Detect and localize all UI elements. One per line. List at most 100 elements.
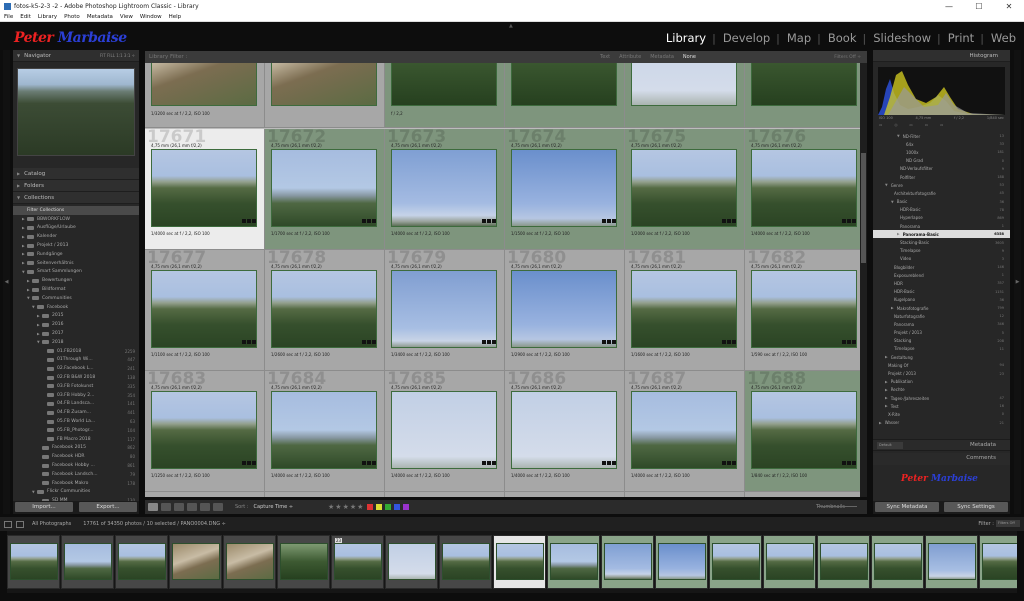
badge-icon[interactable] [727, 340, 731, 344]
badge-icon[interactable] [612, 340, 616, 344]
screen-1-icon[interactable] [4, 520, 12, 528]
badge-icon[interactable] [247, 461, 251, 465]
photo-thumbnail[interactable] [751, 63, 857, 106]
collection-item[interactable]: ▼ Communities [13, 294, 139, 303]
menu-view[interactable]: View [120, 14, 133, 20]
badge-icon[interactable] [847, 461, 851, 465]
collection-item[interactable]: ▶ 2015 [13, 312, 139, 321]
keyword-item[interactable]: ▼ Genre 53 [873, 181, 1010, 189]
badge-icon[interactable] [362, 219, 366, 223]
menu-file[interactable]: File [4, 14, 13, 20]
filmstrip-thumb[interactable] [871, 535, 924, 589]
badge-icon[interactable] [852, 340, 856, 344]
photo-cell[interactable]: 1/3200 sec at f / 2,2, ISO 100 [145, 63, 265, 128]
color-label-swatch[interactable] [403, 504, 410, 510]
close-button[interactable]: ✕ [994, 0, 1024, 13]
keyword-item[interactable]: Panorama 1 [873, 222, 1010, 230]
spot-removal-icon[interactable]: ◎ [894, 123, 897, 129]
keyword-item[interactable]: Architekturfotografie 45 [873, 189, 1010, 197]
collection-item[interactable]: 04.FB Landsca... 141 [13, 400, 139, 409]
photo-cell[interactable]: 17673 4,75 mm (26,1 mm f/2,2) 1/4000 sec a… [385, 129, 505, 250]
metadata-preset-dropdown[interactable]: Default [877, 442, 903, 449]
collection-item[interactable]: Facebook Hobby ... 861 [13, 461, 139, 470]
filmstrip-thumb[interactable] [7, 535, 60, 589]
disclosure-triangle-icon[interactable]: ▶ [885, 355, 888, 359]
photo-cell[interactable] [745, 63, 865, 128]
badge-icon[interactable] [372, 461, 376, 465]
badge-icon[interactable] [842, 340, 846, 344]
keyword-item[interactable]: Blogbilder 146 [873, 263, 1010, 271]
filmstrip-thumb[interactable] [817, 535, 870, 589]
badge-icon[interactable] [732, 219, 736, 223]
filter-attribute[interactable]: Attribute [619, 54, 641, 60]
badge-icon[interactable] [722, 219, 726, 223]
collection-item[interactable]: Facebook 2015 862 [13, 444, 139, 453]
collection-item[interactable]: ▼ 2018 [13, 338, 139, 347]
navigator-header[interactable]: ▼ Navigator FIT FILL 1:1 3:1 ÷ [13, 50, 139, 62]
maximize-button[interactable]: ☐ [964, 0, 994, 13]
disclosure-triangle-icon[interactable]: ▶ [897, 232, 900, 236]
filmstrip-thumb[interactable] [925, 535, 978, 589]
filmstrip-thumb[interactable] [601, 535, 654, 589]
keyword-item[interactable]: ▶ Panorama-Basic 6358 [873, 230, 1010, 239]
badge-icon[interactable] [732, 461, 736, 465]
disclosure-triangle-icon[interactable]: ▼ [891, 200, 894, 204]
disclosure-triangle-icon[interactable]: ▶ [885, 404, 888, 408]
filter-preset-dropdown[interactable]: Filters Off ÷ [834, 55, 861, 60]
module-library[interactable]: Library [666, 31, 706, 45]
right-panel-toggle-icon[interactable]: ▶ [1014, 50, 1021, 514]
red-eye-icon[interactable]: ▭ [909, 123, 912, 129]
badge-icon[interactable] [727, 461, 731, 465]
badge-icon[interactable] [247, 340, 251, 344]
comments-header[interactable]: Comments [873, 453, 1010, 465]
module-book[interactable]: Book [828, 31, 857, 45]
keyword-item[interactable]: 1000x 181 [873, 148, 1010, 156]
keyword-item[interactable]: Stacking-Basic 3605 [873, 238, 1010, 246]
photo-thumbnail[interactable] [271, 270, 377, 348]
badge-icon[interactable] [367, 461, 371, 465]
keyword-item[interactable]: ▶ Gestaltung [873, 353, 1010, 361]
color-label-swatch[interactable] [385, 504, 392, 510]
badge-icon[interactable] [607, 461, 611, 465]
badge-icon[interactable] [487, 461, 491, 465]
keyword-item[interactable]: ND-Verlaufsfilter 9 [873, 165, 1010, 173]
badge-icon[interactable] [367, 340, 371, 344]
photo-thumbnail[interactable] [271, 391, 377, 469]
keyword-item[interactable]: 64x 33 [873, 140, 1010, 148]
collection-item[interactable]: ▶ Bewertungen [13, 276, 139, 285]
filmstrip-thumb[interactable] [169, 535, 222, 589]
photo-thumbnail[interactable] [631, 63, 737, 106]
crop-tool-icon[interactable]: ▭ [879, 123, 882, 129]
photo-cell[interactable] [145, 492, 265, 497]
photo-cell[interactable] [505, 63, 625, 128]
photo-thumbnail[interactable] [151, 149, 257, 227]
keyword-item[interactable]: ▼ Basic 36 [873, 198, 1010, 206]
disclosure-triangle-icon[interactable]: ▶ [885, 388, 888, 392]
badge-icon[interactable] [242, 461, 246, 465]
photo-cell[interactable]: 17674 4,75 mm (26,1 mm f/2,2) 1/1500 sec a… [505, 129, 625, 250]
keyword-item[interactable]: Stacking 208 [873, 337, 1010, 345]
keyword-item[interactable]: Video 3 [873, 255, 1010, 263]
sync-metadata-button[interactable]: Sync Metadata [875, 502, 939, 512]
photo-cell[interactable]: 17672 4,75 mm (26,1 mm f/2,2) 1/1700 sec a… [265, 129, 385, 250]
collection-item[interactable]: 01.FB2018 2259 [13, 347, 139, 356]
radial-filter-icon[interactable]: ▭ [940, 123, 943, 129]
collection-item[interactable]: ▼ Facebook [13, 303, 139, 312]
collection-item[interactable]: ▶ Bildformat [13, 285, 139, 294]
badge-icon[interactable] [492, 219, 496, 223]
keyword-item[interactable]: Polfilter 188 [873, 173, 1010, 181]
photo-thumbnail[interactable] [511, 149, 617, 227]
photo-cell[interactable]: 17685 4,75 mm (26,1 mm f/2,2) 1/4000 sec a… [385, 371, 505, 492]
badge-icon[interactable] [482, 461, 486, 465]
photo-cell[interactable]: 17679 4,75 mm (26,1 mm f/2,2) 1/3400 sec a… [385, 250, 505, 371]
filmstrip-thumb[interactable] [493, 535, 546, 589]
filmstrip-thumb[interactable] [385, 535, 438, 589]
keyword-item[interactable]: ▶ Tages-/Jahreszeiten 47 [873, 394, 1010, 402]
collection-item[interactable]: Filter Collections [13, 206, 139, 215]
photo-thumbnail[interactable] [391, 270, 497, 348]
catalog-header[interactable]: ▶ Catalog [13, 168, 139, 180]
top-panel-toggle-icon[interactable]: ▲ [509, 23, 515, 29]
badge-icon[interactable] [852, 219, 856, 223]
photo-thumbnail[interactable] [151, 63, 257, 106]
badge-icon[interactable] [252, 461, 256, 465]
